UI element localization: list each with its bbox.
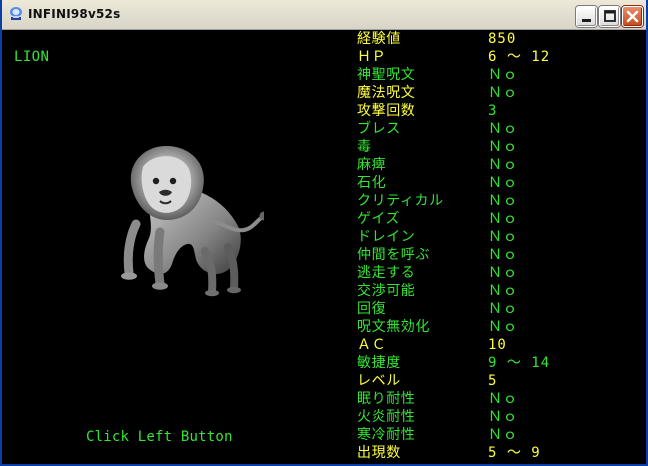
stat-row: レベル 5 [357, 372, 642, 390]
stat-value: Ｎｏ [488, 427, 518, 443]
stat-row: 出現数 5 ～ 9 [357, 444, 642, 462]
stat-value: Ｎｏ [488, 319, 518, 335]
app-window: INFINI98v52s LION Click Left Button 経験値 … [0, 0, 648, 466]
stat-value: 5 [488, 373, 498, 389]
stat-value: 5 ～ 9 [488, 445, 541, 461]
stat-label: 神聖呪文 [357, 67, 416, 83]
stat-label: 呪文無効化 [357, 319, 430, 335]
click-hint: Click Left Button [86, 429, 233, 445]
stat-label: 回復 [357, 301, 387, 317]
stat-value: 9 ～ 14 [488, 355, 551, 371]
stat-label: 経験値 [357, 31, 401, 47]
stat-label: 魔法呪文 [357, 85, 416, 101]
stat-row: 呪文無効化 Ｎｏ [357, 318, 642, 336]
stat-label: 毒 [357, 139, 372, 155]
stat-row: ＨＰ 6 ～ 12 [357, 48, 642, 66]
stat-value: Ｎｏ [488, 391, 518, 407]
stat-label: ブレス [357, 121, 401, 137]
stat-label: 仲間を呼ぶ [357, 247, 430, 263]
stat-value: Ｎｏ [488, 193, 518, 209]
stat-row: 火炎耐性 Ｎｏ [357, 408, 642, 426]
stat-row: 神聖呪文 Ｎｏ [357, 66, 642, 84]
stat-label: クリティカル [357, 193, 444, 209]
stat-label: ＨＰ [357, 49, 387, 65]
stat-label: 敏捷度 [357, 355, 401, 371]
maximize-icon [604, 10, 616, 22]
game-screen[interactable]: LION Click Left Button 経験値 850 ＨＰ 6 ～ 12… [4, 30, 646, 464]
stat-value: Ｎｏ [488, 301, 518, 317]
stat-value: Ｎｏ [488, 265, 518, 281]
stat-label: 麻痺 [357, 157, 387, 173]
stat-value: Ｎｏ [488, 283, 518, 299]
stat-row: 眠り耐性 Ｎｏ [357, 390, 642, 408]
stat-label: 石化 [357, 175, 387, 191]
stat-label: 火炎耐性 [357, 409, 416, 425]
stat-row: 毒 Ｎｏ [357, 138, 642, 156]
stat-row: 魔法呪文 Ｎｏ [357, 84, 642, 102]
maximize-button[interactable] [599, 6, 620, 27]
stat-row: 石化 Ｎｏ [357, 174, 642, 192]
stat-row: ドレイン Ｎｏ [357, 228, 642, 246]
stat-label: 交渉可能 [357, 283, 416, 299]
stat-row: 経験値 850 [357, 30, 642, 48]
close-icon [626, 10, 639, 23]
stat-value: Ｎｏ [488, 139, 518, 155]
close-button[interactable] [622, 6, 643, 27]
stat-row: 寒冷耐性 Ｎｏ [357, 426, 642, 444]
window-title: INFINI98v52s [28, 7, 121, 21]
stat-row: クリティカル Ｎｏ [357, 192, 642, 210]
stat-label: 逃走する [357, 265, 416, 281]
stat-label: 寒冷耐性 [357, 427, 416, 443]
stat-label: ＡＣ [357, 337, 387, 353]
stat-value: Ｎｏ [488, 229, 518, 245]
app-icon [10, 7, 22, 20]
minimize-button[interactable] [576, 6, 597, 27]
stat-row: ブレス Ｎｏ [357, 120, 642, 138]
stat-row: 攻撃回数 3 [357, 102, 642, 120]
monster-name: LION [14, 49, 50, 65]
stat-row: 仲間を呼ぶ Ｎｏ [357, 246, 642, 264]
stat-value: 3 [488, 103, 498, 119]
stat-value: Ｎｏ [488, 247, 518, 263]
stat-row: 逃走する Ｎｏ [357, 264, 642, 282]
stat-value: Ｎｏ [488, 157, 518, 173]
stat-value: Ｎｏ [488, 409, 518, 425]
stat-row: ゲイズ Ｎｏ [357, 210, 642, 228]
stat-value: 850 [488, 31, 517, 47]
stat-label: ドレイン [357, 229, 416, 245]
stat-row: 敏捷度 9 ～ 14 [357, 354, 642, 372]
stat-label: レベル [357, 373, 401, 389]
stat-label: 出現数 [357, 445, 401, 461]
stat-value: Ｎｏ [488, 175, 518, 191]
stat-row: 回復 Ｎｏ [357, 300, 642, 318]
stat-value: 10 [488, 337, 507, 353]
minimize-icon [582, 19, 591, 22]
stat-label: 眠り耐性 [357, 391, 416, 407]
stat-label: 攻撃回数 [357, 103, 416, 119]
stat-label: ゲイズ [357, 211, 401, 227]
stat-value: Ｎｏ [488, 85, 518, 101]
stat-value: Ｎｏ [488, 211, 518, 227]
stat-value: Ｎｏ [488, 67, 518, 83]
stat-value: Ｎｏ [488, 121, 518, 137]
title-bar[interactable]: INFINI98v52s [2, 0, 646, 30]
lion-image [121, 145, 264, 297]
stat-row: ＡＣ 10 [357, 336, 642, 354]
stat-value: 6 ～ 12 [488, 49, 551, 65]
stat-row: 麻痺 Ｎｏ [357, 156, 642, 174]
stat-row: 交渉可能 Ｎｏ [357, 282, 642, 300]
